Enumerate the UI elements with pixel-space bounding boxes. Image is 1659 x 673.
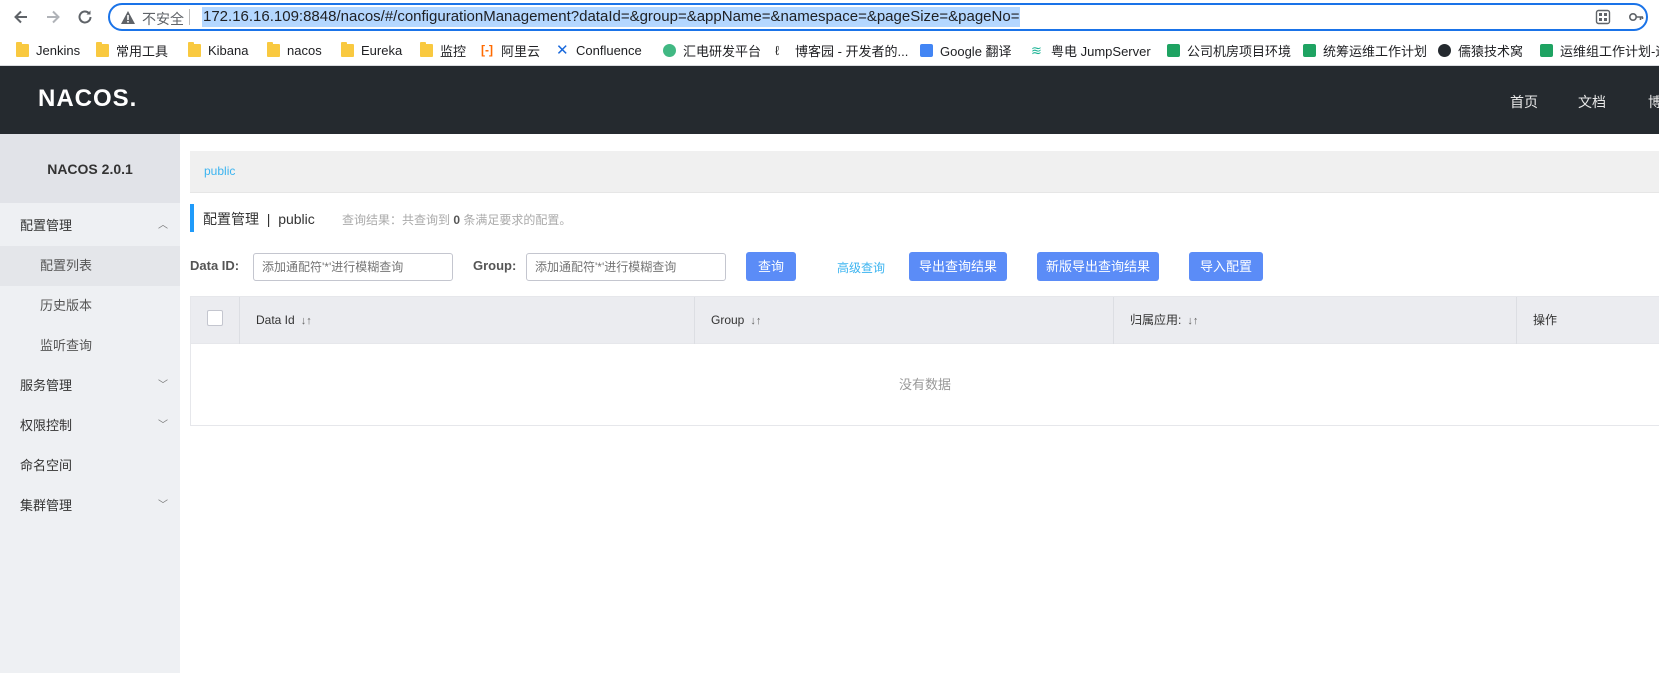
search-button[interactable]: 查询: [746, 252, 796, 281]
nav-home[interactable]: 首页: [1510, 92, 1538, 112]
title-accent: [190, 204, 194, 232]
chevron-down-icon: ﹀: [158, 380, 168, 391]
install-app-icon[interactable]: [1595, 9, 1611, 25]
forward-arrow-icon: [47, 10, 60, 24]
sidebar-item-config-list[interactable]: 配置列表: [0, 246, 180, 286]
reload-button[interactable]: [73, 5, 97, 29]
bookmark-item[interactable]: 公司机房项目环境: [1167, 41, 1291, 59]
github-icon: [1438, 43, 1451, 57]
bookmark-item[interactable]: ✕ Confluence: [556, 41, 642, 59]
bookmark-item[interactable]: ≋ 粤电 JumpServer: [1031, 41, 1151, 59]
config-table: Data Id ↓↑ Group ↓↑ 归属应用: ↓↑ 操作 没有数据: [190, 296, 1659, 426]
group-label: Group:: [473, 258, 517, 273]
sidebar-item-cluster-management[interactable]: 集群管理 ﹀: [0, 486, 180, 526]
query-count: 0: [453, 213, 461, 227]
translate-icon: [920, 43, 933, 57]
bookmark-item[interactable]: 监控: [420, 41, 466, 59]
url-text[interactable]: 172.16.16.109:8848/nacos/#/configuration…: [202, 7, 1021, 27]
version-label: NACOS 2.0.1: [0, 134, 180, 203]
nav-docs[interactable]: 文档: [1578, 92, 1606, 112]
bookmark-item[interactable]: ℓ 博客园 - 开发者的...: [775, 41, 908, 59]
table-header: Data Id ↓↑ Group ↓↑ 归属应用: ↓↑ 操作: [191, 297, 1659, 344]
nav-blog[interactable]: 博: [1648, 92, 1659, 112]
key-icon[interactable]: [1628, 9, 1644, 25]
sidebar-item-listener-query[interactable]: 监听查询: [0, 326, 180, 366]
sheet-icon: [1540, 43, 1553, 57]
bookmark-item[interactable]: 儒猿技术窝: [1438, 41, 1523, 59]
column-actions: 操作: [1516, 297, 1659, 344]
bookmarks-bar: Jenkins 常用工具 Kibana nacos Eureka 监控 [-] 阿…: [0, 34, 1659, 66]
new-export-button[interactable]: 新版导出查询结果: [1037, 252, 1159, 281]
namespace-tab-public[interactable]: public: [204, 164, 235, 178]
cnblogs-icon: ℓ: [775, 42, 780, 58]
insecure-label: 不安全: [142, 11, 184, 27]
chevron-up-icon: ︿: [158, 220, 168, 231]
page-title: 配置管理 | public: [203, 211, 315, 227]
column-app[interactable]: 归属应用: ↓↑: [1113, 297, 1516, 344]
dataid-label: Data ID:: [190, 258, 240, 273]
vue-icon: [663, 43, 676, 57]
reload-icon: [78, 10, 92, 24]
folder-icon: [16, 41, 29, 57]
folder-icon: [341, 41, 354, 57]
omnibox-separator: [189, 9, 190, 25]
sidebar-item-config-management[interactable]: 配置管理 ︿: [0, 206, 180, 246]
bookmark-item[interactable]: 汇电研发平台: [663, 41, 761, 59]
address-bar[interactable]: 不安全 172.16.16.109:8848/nacos/#/configura…: [108, 3, 1648, 31]
bookmark-item[interactable]: Google 翻译: [920, 41, 1012, 59]
chevron-down-icon: ﹀: [158, 500, 168, 511]
sheet-icon: [1167, 43, 1180, 57]
group-input[interactable]: [526, 253, 726, 281]
bookmark-item[interactable]: 常用工具: [96, 41, 168, 59]
folder-icon: [96, 41, 109, 57]
sidebar: NACOS 2.0.1 配置管理 ︿ 配置列表 历史版本 监听查询 服务管理 ﹀ 权…: [0, 134, 180, 673]
namespace-bar: public: [190, 151, 1659, 193]
sheet-icon: [1303, 43, 1316, 57]
nacos-logo[interactable]: NACOS.: [38, 85, 137, 113]
column-data-id[interactable]: Data Id ↓↑: [239, 297, 685, 344]
column-group[interactable]: Group ↓↑: [694, 297, 1113, 344]
jumpserver-icon: ≋: [1031, 42, 1042, 58]
app-header: NACOS. 首页 文档 博: [0, 66, 1659, 134]
sort-icon: ↓↑: [1187, 315, 1199, 327]
query-summary: 查询结果：共查询到 0 条满足要求的配置。: [342, 213, 572, 227]
warning-icon: [121, 11, 135, 24]
bookmark-item[interactable]: Jenkins: [16, 41, 80, 59]
sidebar-item-namespace[interactable]: 命名空间: [0, 446, 180, 486]
chevron-down-icon: ﹀: [158, 420, 168, 431]
sort-icon: ↓↑: [750, 315, 762, 327]
sidebar-item-history[interactable]: 历史版本: [0, 286, 180, 326]
bookmark-item[interactable]: [-] 阿里云: [481, 41, 540, 59]
empty-state: 没有数据: [898, 377, 951, 392]
folder-icon: [420, 41, 433, 57]
advanced-query-link[interactable]: 高级查询: [837, 259, 885, 276]
bookmark-item[interactable]: nacos: [267, 41, 322, 59]
browser-toolbar: 不安全 172.16.16.109:8848/nacos/#/configura…: [0, 0, 1659, 34]
dataid-input[interactable]: [253, 253, 453, 281]
sidebar-item-service-management[interactable]: 服务管理 ﹀: [0, 366, 180, 406]
back-button[interactable]: [9, 5, 33, 29]
bookmark-item[interactable]: 统筹运维工作计划: [1303, 41, 1427, 59]
bookmark-item[interactable]: Kibana: [188, 41, 248, 59]
sort-icon: ↓↑: [300, 315, 312, 327]
select-all-checkbox[interactable]: [207, 310, 223, 326]
bookmark-item[interactable]: 运维组工作计划-运: [1540, 41, 1659, 59]
forward-button[interactable]: [41, 5, 65, 29]
sidebar-item-access-control[interactable]: 权限控制 ﹀: [0, 406, 180, 446]
folder-icon: [188, 41, 201, 57]
logo-text: NACOS.: [38, 85, 138, 112]
confluence-icon: ✕: [556, 41, 569, 59]
export-button[interactable]: 导出查询结果: [909, 252, 1007, 281]
back-arrow-icon: [14, 10, 27, 24]
aliyun-icon: [-]: [481, 42, 493, 57]
import-button[interactable]: 导入配置: [1189, 252, 1263, 281]
folder-icon: [267, 41, 280, 57]
bookmark-item[interactable]: Eureka: [341, 41, 402, 59]
